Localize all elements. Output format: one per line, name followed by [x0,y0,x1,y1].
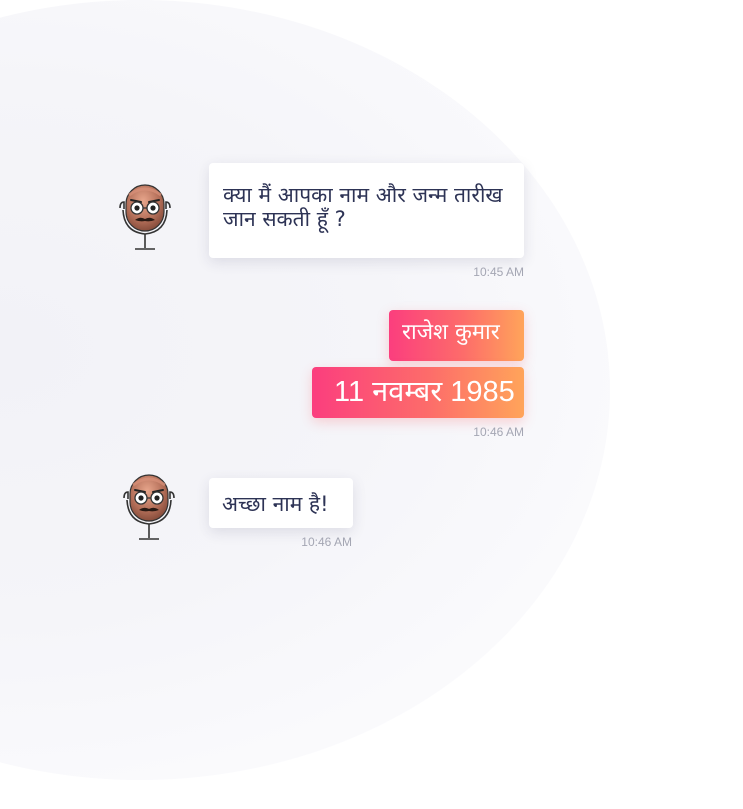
message-timestamp: 10:46 AM [301,535,352,549]
microphone-mascot-icon [119,184,171,250]
message-bubble-bot: क्या मैं आपका नाम और जन्म तारीख जान सकती… [209,163,524,258]
message-timestamp: 10:45 AM [473,265,524,279]
microphone-mascot-icon [123,474,175,540]
message-bubble-user: 11 नवम्बर 1985 [312,367,524,418]
message-text: राजेश कुमार [402,320,500,345]
message-text: 11 नवम्बर 1985 [334,376,515,408]
chat-screen: क्या मैं आपका नाम और जन्म तारीख जान सकती… [0,0,743,809]
message-bubble-user: राजेश कुमार [389,310,524,361]
message-bubble-bot: अच्छा नाम है! [209,478,353,528]
message-text: क्या मैं आपका नाम और जन्म तारीख जान सकती… [223,183,503,231]
message-text: अच्छा नाम है! [222,492,329,516]
message-timestamp: 10:46 AM [473,425,524,439]
